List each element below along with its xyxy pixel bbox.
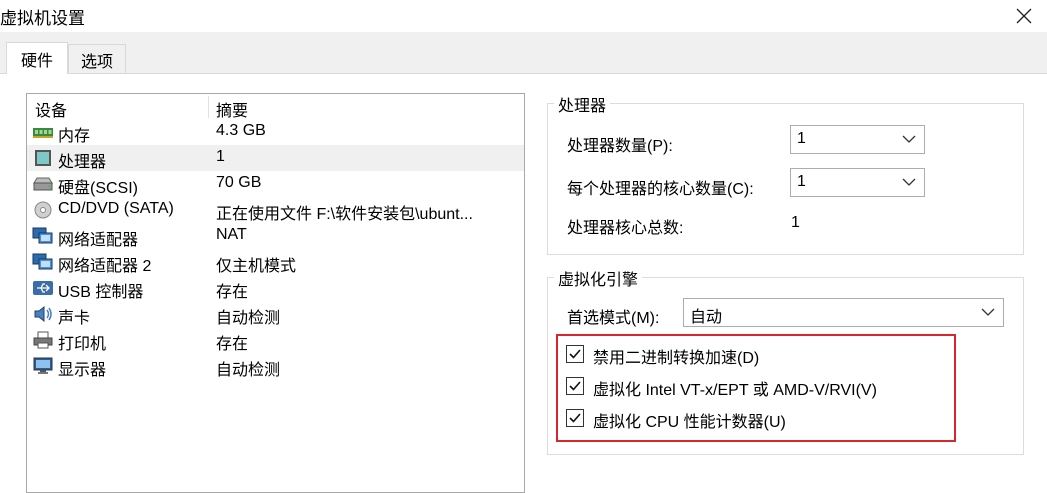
device-row-cd-dvd[interactable]: CD/DVD (SATA) 正在使用文件 F:\软件安装包\ubunt... xyxy=(27,197,524,223)
device-summary: 仅主机模式 xyxy=(216,258,297,275)
device-name: 硬盘(SCSI) xyxy=(58,180,139,197)
device-list-header: 设备 摘要 xyxy=(27,94,524,121)
usb-icon xyxy=(33,281,53,295)
checkbox[interactable] xyxy=(566,345,584,363)
device-summary: 存在 xyxy=(216,284,249,301)
check-icon xyxy=(569,381,581,391)
device-name: 打印机 xyxy=(58,336,107,353)
device-row-memory[interactable]: 内存 4.3 GB xyxy=(27,119,524,145)
processor-icon xyxy=(35,150,51,166)
column-divider[interactable] xyxy=(208,96,209,118)
check-icon xyxy=(569,413,581,423)
device-row-network-adapter-2[interactable]: 网络适配器 2 仅主机模式 xyxy=(27,249,524,275)
tab-strip: 硬件 选项 xyxy=(0,32,1047,74)
vm-settings-window: 虚拟机设置 硬件 选项 设备 摘要 内存 4.3 GB 处理器 1 硬盘(SCS… xyxy=(0,0,1047,493)
chevron-down-icon xyxy=(981,308,995,316)
device-row-usb-controller[interactable]: USB 控制器 存在 xyxy=(27,275,524,301)
checkbox-label: 禁用二进制转换加速(D) xyxy=(593,350,760,367)
memory-icon xyxy=(33,128,53,138)
device-summary: NAT xyxy=(216,226,247,243)
title-bar: 虚拟机设置 xyxy=(0,0,1047,32)
close-icon xyxy=(1016,8,1032,24)
checkbox[interactable] xyxy=(566,409,584,427)
total-cores-label: 处理器核心总数: xyxy=(567,220,684,237)
device-summary: 自动检测 xyxy=(216,310,281,327)
network-adapter-icon xyxy=(32,227,53,244)
device-name: 内存 xyxy=(58,128,91,145)
device-list: 设备 摘要 内存 4.3 GB 处理器 1 硬盘(SCSI) 70 GB CD/… xyxy=(26,93,525,493)
checkbox-label: 虚拟化 Intel VT-x/EPT 或 AMD-V/RVI(V) xyxy=(593,382,877,399)
window-title: 虚拟机设置 xyxy=(0,9,85,28)
num-processors-value: 1 xyxy=(797,130,806,147)
tab-hardware[interactable]: 硬件 xyxy=(6,42,68,74)
device-name: 声卡 xyxy=(58,310,91,327)
device-summary: 70 GB xyxy=(216,174,262,191)
device-summary: 4.3 GB xyxy=(216,122,266,139)
device-name: 显示器 xyxy=(58,362,107,379)
check-icon xyxy=(569,349,581,359)
num-processors-label: 处理器数量(P): xyxy=(567,138,673,155)
chevron-down-icon xyxy=(902,178,916,186)
preferred-mode-value: 自动 xyxy=(690,309,723,326)
device-summary: 1 xyxy=(216,148,225,165)
preferred-mode-select[interactable]: 自动 xyxy=(683,298,1004,327)
cores-per-processor-label: 每个处理器的核心数量(C): xyxy=(567,181,754,198)
device-row-hard-disk[interactable]: 硬盘(SCSI) 70 GB xyxy=(27,171,524,197)
cd-dvd-icon xyxy=(34,201,52,219)
device-summary: 自动检测 xyxy=(216,362,281,379)
virtualization-group-title: 虚拟化引擎 xyxy=(554,266,643,290)
device-row-display[interactable]: 显示器 自动检测 xyxy=(27,353,524,379)
cores-per-processor-value: 1 xyxy=(797,173,806,190)
processor-group-title: 处理器 xyxy=(554,92,611,116)
tab-hardware-label: 硬件 xyxy=(20,52,53,70)
column-header-summary[interactable]: 摘要 xyxy=(216,97,248,121)
device-summary: 存在 xyxy=(216,336,249,353)
checkbox-label: 虚拟化 CPU 性能计数器(U) xyxy=(593,414,786,431)
device-name: USB 控制器 xyxy=(58,284,144,301)
network-adapter-icon xyxy=(32,253,53,270)
close-button[interactable] xyxy=(1001,0,1047,32)
printer-icon xyxy=(33,331,53,349)
column-header-device[interactable]: 设备 xyxy=(35,97,67,121)
checkbox[interactable] xyxy=(566,377,584,395)
device-name: CD/DVD (SATA) xyxy=(58,200,174,217)
chevron-down-icon xyxy=(902,135,916,143)
preferred-mode-label: 首选模式(M): xyxy=(567,310,660,327)
cores-per-processor-select[interactable]: 1 xyxy=(790,168,925,197)
tab-options[interactable]: 选项 xyxy=(68,44,126,74)
device-summary: 正在使用文件 F:\软件安装包\ubunt... xyxy=(216,206,473,223)
device-name: 网络适配器 2 xyxy=(58,258,152,275)
device-name: 处理器 xyxy=(58,154,107,171)
device-row-printer[interactable]: 打印机 存在 xyxy=(27,327,524,353)
hard-disk-icon xyxy=(33,177,53,191)
sound-card-icon xyxy=(34,305,52,323)
num-processors-select[interactable]: 1 xyxy=(790,125,925,154)
device-row-processor[interactable]: 处理器 1 xyxy=(27,145,524,171)
device-name: 网络适配器 xyxy=(58,232,139,249)
device-row-sound-card[interactable]: 声卡 自动检测 xyxy=(27,301,524,327)
display-icon xyxy=(33,357,53,374)
tab-options-label: 选项 xyxy=(80,53,113,71)
total-cores-value: 1 xyxy=(791,214,800,231)
device-row-network-adapter[interactable]: 网络适配器 NAT xyxy=(27,223,524,249)
